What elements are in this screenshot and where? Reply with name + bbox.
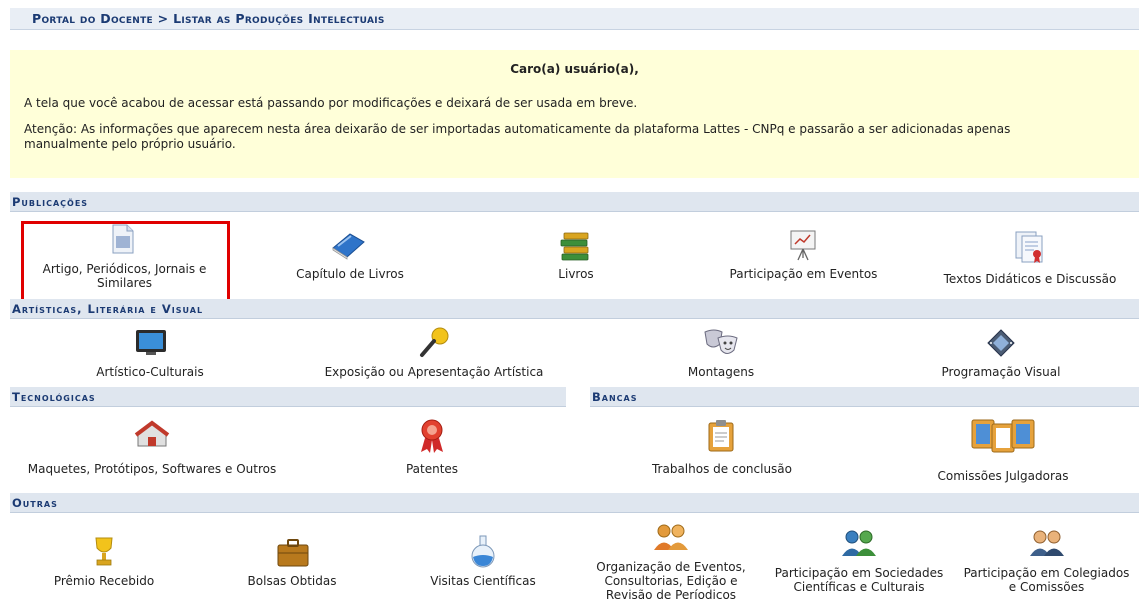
link-maquetes[interactable]: Maquetes, Protótipos, Softwares e Outros — [10, 416, 294, 476]
books-stack-icon — [560, 232, 589, 261]
link-exposicao[interactable]: Exposição ou Apresentação Artística — [306, 326, 562, 382]
textos-label: Textos Didáticos e Discussão — [943, 272, 1117, 286]
link-participacao-sociedades[interactable]: Participação em Sociedades Científicas e… — [764, 526, 954, 598]
link-montagens[interactable]: Montagens — [676, 326, 766, 382]
exposicao-label: Exposição ou Apresentação Artística — [324, 365, 544, 379]
eventos-label: Participação em Eventos — [729, 267, 878, 281]
highlight-box — [21, 221, 230, 304]
notice-box: Caro(a) usuário(a), A tela que você acab… — [10, 50, 1139, 178]
trabalhos-label: Trabalhos de conclusão — [651, 462, 792, 476]
clipboard-icon — [708, 420, 734, 452]
bolsas-label: Bolsas Obtidas — [247, 574, 337, 588]
section-artisticas: Artísticas, Literária e Visual — [10, 299, 1139, 319]
monitor-icon — [136, 330, 166, 355]
notice-line-2b: manualmente pelo próprio usuário. — [24, 137, 236, 151]
maquetes-label: Maquetes, Protótipos, Softwares e Outros — [27, 462, 277, 476]
link-bolsas-obtidas[interactable]: Bolsas Obtidas — [236, 534, 348, 590]
trophy-icon — [95, 537, 113, 566]
capitulo-label: Capítulo de Livros — [296, 267, 404, 281]
link-programacao-visual[interactable]: Programação Visual — [926, 326, 1076, 382]
flask-icon — [471, 535, 495, 568]
section-outras: Outras — [10, 493, 1139, 513]
house-model-icon — [134, 420, 170, 447]
organizacao-label-2: Consultorias, Edição e — [604, 574, 738, 588]
artistico-label: Artístico-Culturais — [96, 365, 204, 379]
notice-title: Caro(a) usuário(a), — [510, 62, 639, 76]
link-premio-recebido[interactable]: Prêmio Recebido — [44, 534, 164, 590]
section-publicacoes: Publicações — [10, 192, 1139, 212]
organizacao-label-3: Revisão de Períodicos — [605, 588, 737, 602]
link-trabalhos-conclusao[interactable]: Trabalhos de conclusão — [640, 416, 804, 476]
sociedades-label-1: Participação em Sociedades — [774, 566, 944, 580]
comissoes-label: Comissões Julgadoras — [937, 469, 1069, 483]
link-livros[interactable]: Livros — [536, 228, 616, 288]
award-ribbon-icon — [421, 419, 443, 453]
clipboards-group-icon — [971, 419, 1035, 453]
patentes-label: Patentes — [405, 462, 459, 476]
programacao-label: Programação Visual — [941, 365, 1061, 379]
link-patentes[interactable]: Patentes — [390, 416, 474, 476]
link-participacao-eventos[interactable]: Participação em Eventos — [716, 228, 891, 288]
link-textos-didaticos[interactable]: Textos Didáticos e Discussão — [930, 228, 1130, 292]
notice-line-1: A tela que você acabou de acessar está p… — [24, 96, 638, 110]
presentation-board-icon — [790, 230, 816, 261]
people-business-icon — [1030, 530, 1064, 556]
premio-label: Prêmio Recebido — [53, 574, 155, 588]
link-artistico-culturais[interactable]: Artístico-Culturais — [80, 326, 220, 382]
theater-masks-icon — [704, 329, 738, 354]
visitas-label: Visitas Científicas — [430, 574, 536, 588]
livros-label: Livros — [558, 267, 594, 281]
montagens-label: Montagens — [687, 365, 755, 379]
people-green-icon — [842, 530, 876, 556]
briefcase-icon — [277, 539, 309, 567]
link-comissoes-julgadoras[interactable]: Comissões Julgadoras — [926, 414, 1080, 483]
link-visitas-cientificas[interactable]: Visitas Científicas — [418, 534, 548, 590]
link-organizacao-eventos[interactable]: Organização de Eventos, Consultorias, Ed… — [586, 522, 756, 604]
section-tecnologicas: Tecnológicas — [10, 387, 566, 407]
breadcrumb: Portal do Docente > Listar as Produções … — [10, 8, 1139, 30]
blue-book-icon — [332, 233, 365, 260]
link-capitulo-livros[interactable]: Capítulo de Livros — [280, 228, 420, 288]
colegiados-label-1: Participação em Colegiados — [963, 566, 1130, 580]
microphone-icon — [420, 327, 449, 357]
people-orange-icon — [654, 524, 688, 550]
certificate-icon — [1015, 231, 1043, 263]
sociedades-label-2: Científicas e Culturais — [793, 580, 925, 594]
link-participacao-colegiados[interactable]: Participação em Colegiados e Comissões — [954, 526, 1139, 598]
organizacao-label-1: Organização de Eventos, — [596, 560, 746, 574]
notice-line-2a: Atenção: As informações que aparecem nes… — [24, 122, 1011, 136]
colegiados-label-2: e Comissões — [1008, 580, 1085, 594]
film-reel-icon — [987, 329, 1015, 357]
section-bancas: Bancas — [590, 387, 1139, 407]
